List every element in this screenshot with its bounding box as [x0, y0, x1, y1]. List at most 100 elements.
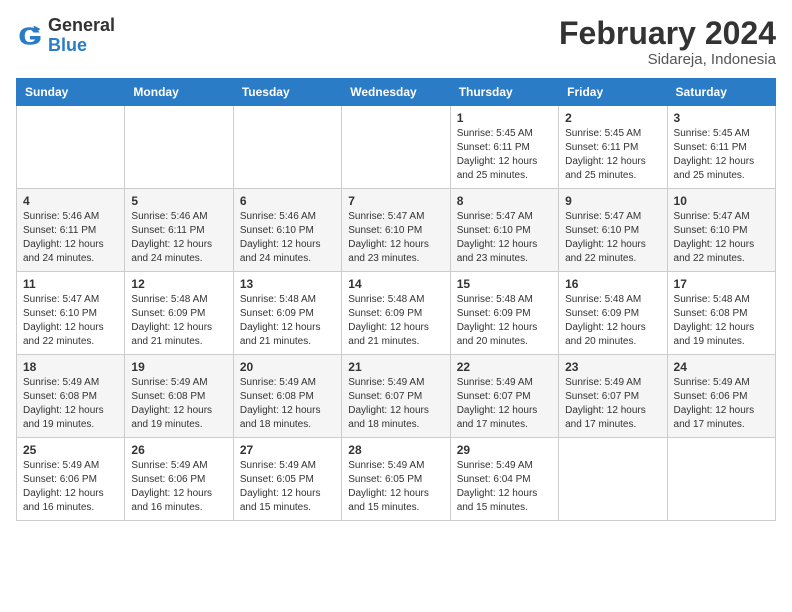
day-number: 12 — [131, 277, 226, 291]
calendar-cell: 12Sunrise: 5:48 AMSunset: 6:09 PMDayligh… — [125, 272, 233, 355]
calendar-week-row: 25 Sunrise: 5:49 AMSunset: 6:06 PMDayligh… — [17, 438, 776, 521]
header-tuesday: Tuesday — [233, 79, 341, 106]
calendar-cell: 23 Sunrise: 5:49 AMSunset: 6:07 PMDayligh… — [559, 355, 667, 438]
header-friday: Friday — [559, 79, 667, 106]
day-info: Sunrise: 5:45 AMSunset: 6:11 PMDaylight:… — [457, 127, 552, 183]
day-info: Sunrise: 5:47 AMSunset: 6:10 PMDaylight:… — [674, 210, 769, 266]
day-number: 7 — [348, 194, 443, 208]
day-number: 20 — [240, 360, 335, 374]
calendar-week-row: 18Sunrise: 5:49 AMSunset: 6:08 PMDayligh… — [17, 355, 776, 438]
day-info: Sunrise: 5:48 AMSunset: 6:08 PMDaylight:… — [674, 293, 769, 349]
calendar-cell: 21Sunrise: 5:49 AMSunset: 6:07 PMDayligh… — [342, 355, 450, 438]
calendar-cell: 29Sunrise: 5:49 AMSunset: 6:04 PMDayligh… — [450, 438, 558, 521]
day-number: 19 — [131, 360, 226, 374]
day-info: Sunrise: 5:47 AMSunset: 6:10 PMDaylight:… — [565, 210, 660, 266]
day-info: Sunrise: 5:47 AMSunset: 6:10 PMDaylight:… — [348, 210, 443, 266]
day-info: Sunrise: 5:48 AMSunset: 6:09 PMDaylight:… — [565, 293, 660, 349]
logo-icon — [16, 22, 44, 50]
calendar-cell: 6 Sunrise: 5:46 AMSunset: 6:10 PMDaylight… — [233, 189, 341, 272]
calendar-cell: 13 Sunrise: 5:48 AMSunset: 6:09 PMDayligh… — [233, 272, 341, 355]
day-info: Sunrise: 5:45 AMSunset: 6:11 PMDaylight:… — [674, 127, 769, 183]
day-number: 23 — [565, 360, 660, 374]
day-number: 11 — [23, 277, 118, 291]
day-number: 8 — [457, 194, 552, 208]
day-number: 13 — [240, 277, 335, 291]
logo-text: General Blue — [48, 16, 115, 56]
day-info: Sunrise: 5:49 AMSunset: 6:04 PMDaylight:… — [457, 459, 552, 515]
day-number: 28 — [348, 443, 443, 457]
day-number: 9 — [565, 194, 660, 208]
calendar-week-row: 11 Sunrise: 5:47 AMSunset: 6:10 PMDayligh… — [17, 272, 776, 355]
header-wednesday: Wednesday — [342, 79, 450, 106]
calendar-cell: 22 Sunrise: 5:49 AMSunset: 6:07 PMDayligh… — [450, 355, 558, 438]
day-info: Sunrise: 5:46 AMSunset: 6:11 PMDaylight:… — [131, 210, 226, 266]
location: Sidareja, Indonesia — [559, 51, 776, 68]
day-info: Sunrise: 5:49 AMSunset: 6:08 PMDaylight:… — [23, 376, 118, 432]
day-number: 25 — [23, 443, 118, 457]
day-info: Sunrise: 5:49 AMSunset: 6:05 PMDaylight:… — [348, 459, 443, 515]
header-saturday: Saturday — [667, 79, 775, 106]
calendar-cell: 20 Sunrise: 5:49 AMSunset: 6:08 PMDayligh… — [233, 355, 341, 438]
calendar-cell: 18Sunrise: 5:49 AMSunset: 6:08 PMDayligh… — [17, 355, 125, 438]
day-number: 24 — [674, 360, 769, 374]
calendar-header-row: SundayMondayTuesdayWednesdayThursdayFrid… — [17, 79, 776, 106]
calendar-cell: 24 Sunrise: 5:49 AMSunset: 6:06 PMDayligh… — [667, 355, 775, 438]
day-number: 6 — [240, 194, 335, 208]
day-number: 22 — [457, 360, 552, 374]
day-number: 4 — [23, 194, 118, 208]
calendar-cell: 9 Sunrise: 5:47 AMSunset: 6:10 PMDaylight… — [559, 189, 667, 272]
day-info: Sunrise: 5:49 AMSunset: 6:08 PMDaylight:… — [240, 376, 335, 432]
title-area: February 2024 Sidareja, Indonesia — [559, 16, 776, 68]
calendar-cell: 4 Sunrise: 5:46 AMSunset: 6:11 PMDaylight… — [17, 189, 125, 272]
day-info: Sunrise: 5:45 AMSunset: 6:11 PMDaylight:… — [565, 127, 660, 183]
month-year: February 2024 — [559, 16, 776, 51]
day-number: 1 — [457, 111, 552, 125]
day-info: Sunrise: 5:49 AMSunset: 6:06 PMDaylight:… — [131, 459, 226, 515]
day-number: 14 — [348, 277, 443, 291]
day-info: Sunrise: 5:49 AMSunset: 6:07 PMDaylight:… — [457, 376, 552, 432]
calendar-cell: 27Sunrise: 5:49 AMSunset: 6:05 PMDayligh… — [233, 438, 341, 521]
calendar-cell — [559, 438, 667, 521]
calendar-cell: 3 Sunrise: 5:45 AMSunset: 6:11 PMDaylight… — [667, 106, 775, 189]
header-sunday: Sunday — [17, 79, 125, 106]
day-info: Sunrise: 5:49 AMSunset: 6:08 PMDaylight:… — [131, 376, 226, 432]
calendar-week-row: 4 Sunrise: 5:46 AMSunset: 6:11 PMDaylight… — [17, 189, 776, 272]
day-number: 10 — [674, 194, 769, 208]
page-header: General Blue February 2024 Sidareja, Ind… — [16, 16, 776, 68]
calendar-cell: 2 Sunrise: 5:45 AMSunset: 6:11 PMDaylight… — [559, 106, 667, 189]
calendar-cell: 25 Sunrise: 5:49 AMSunset: 6:06 PMDayligh… — [17, 438, 125, 521]
day-info: Sunrise: 5:48 AMSunset: 6:09 PMDaylight:… — [240, 293, 335, 349]
calendar-cell: 16Sunrise: 5:48 AMSunset: 6:09 PMDayligh… — [559, 272, 667, 355]
calendar-cell: 7 Sunrise: 5:47 AMSunset: 6:10 PMDaylight… — [342, 189, 450, 272]
calendar-cell — [17, 106, 125, 189]
day-info: Sunrise: 5:49 AMSunset: 6:05 PMDaylight:… — [240, 459, 335, 515]
calendar-cell: 8 Sunrise: 5:47 AMSunset: 6:10 PMDaylight… — [450, 189, 558, 272]
header-thursday: Thursday — [450, 79, 558, 106]
calendar-cell — [667, 438, 775, 521]
calendar-cell — [233, 106, 341, 189]
calendar-cell: 5 Sunrise: 5:46 AMSunset: 6:11 PMDaylight… — [125, 189, 233, 272]
calendar-cell: 10 Sunrise: 5:47 AMSunset: 6:10 PMDayligh… — [667, 189, 775, 272]
day-info: Sunrise: 5:46 AMSunset: 6:10 PMDaylight:… — [240, 210, 335, 266]
day-info: Sunrise: 5:46 AMSunset: 6:11 PMDaylight:… — [23, 210, 118, 266]
calendar-cell: 15Sunrise: 5:48 AMSunset: 6:09 PMDayligh… — [450, 272, 558, 355]
day-number: 2 — [565, 111, 660, 125]
day-number: 5 — [131, 194, 226, 208]
logo: General Blue — [16, 16, 115, 56]
day-info: Sunrise: 5:47 AMSunset: 6:10 PMDaylight:… — [457, 210, 552, 266]
day-info: Sunrise: 5:49 AMSunset: 6:06 PMDaylight:… — [23, 459, 118, 515]
day-info: Sunrise: 5:49 AMSunset: 6:07 PMDaylight:… — [565, 376, 660, 432]
day-number: 3 — [674, 111, 769, 125]
day-info: Sunrise: 5:48 AMSunset: 6:09 PMDaylight:… — [457, 293, 552, 349]
day-info: Sunrise: 5:47 AMSunset: 6:10 PMDaylight:… — [23, 293, 118, 349]
calendar-cell — [342, 106, 450, 189]
calendar-cell: 17 Sunrise: 5:48 AMSunset: 6:08 PMDayligh… — [667, 272, 775, 355]
day-info: Sunrise: 5:48 AMSunset: 6:09 PMDaylight:… — [348, 293, 443, 349]
day-info: Sunrise: 5:49 AMSunset: 6:07 PMDaylight:… — [348, 376, 443, 432]
calendar-cell: 28 Sunrise: 5:49 AMSunset: 6:05 PMDayligh… — [342, 438, 450, 521]
calendar-cell: 14 Sunrise: 5:48 AMSunset: 6:09 PMDayligh… — [342, 272, 450, 355]
header-monday: Monday — [125, 79, 233, 106]
day-number: 26 — [131, 443, 226, 457]
day-number: 17 — [674, 277, 769, 291]
day-info: Sunrise: 5:49 AMSunset: 6:06 PMDaylight:… — [674, 376, 769, 432]
